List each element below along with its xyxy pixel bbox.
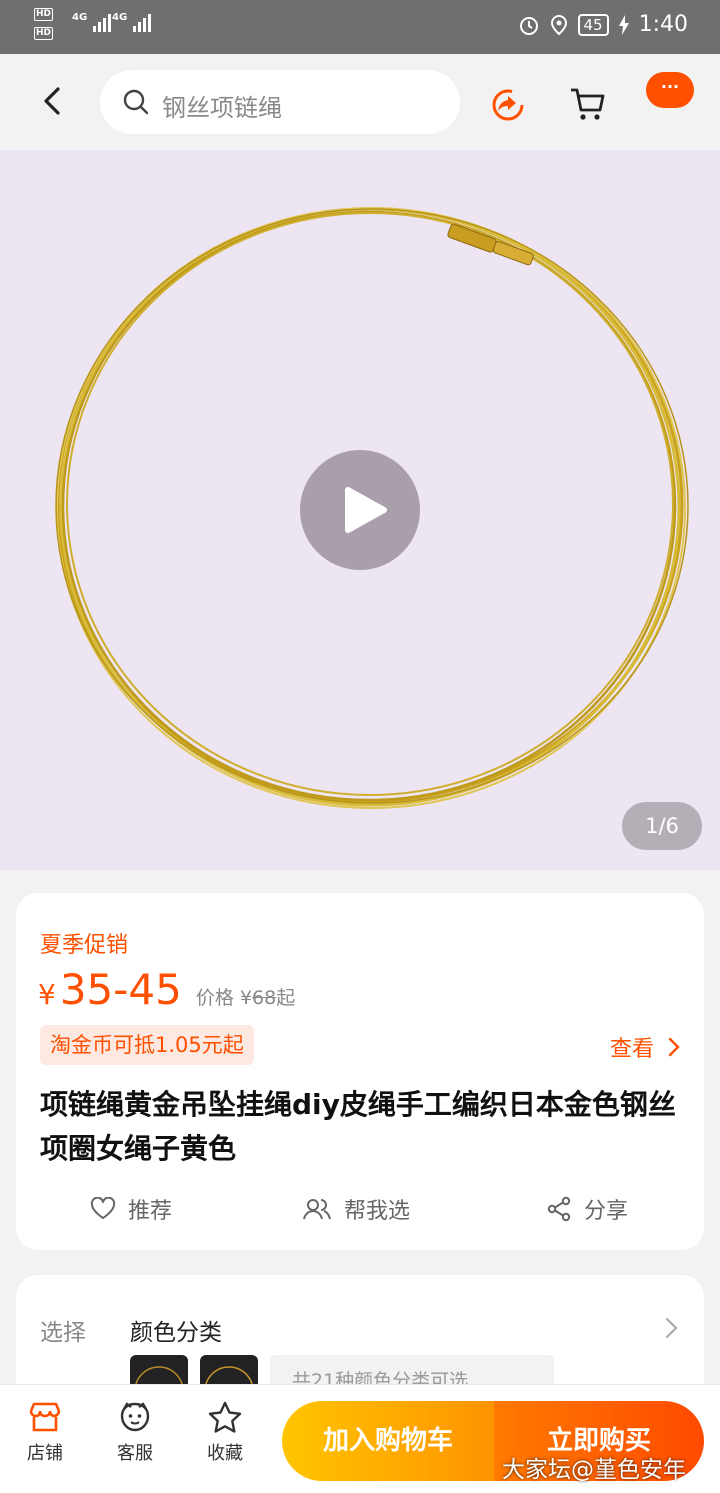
network-2-label: 4G: [112, 12, 128, 23]
alarm-icon: [519, 16, 538, 35]
share-button[interactable]: 分享: [546, 1193, 628, 1225]
shop-tab[interactable]: 店铺: [15, 1401, 75, 1465]
sim-status: HD HD: [34, 8, 54, 40]
color-category-label: 颜色分类: [130, 1320, 222, 1346]
product-gallery[interactable]: 1/6: [0, 150, 720, 870]
price-row: ¥ 35-45 价格 ¥68起: [38, 965, 295, 1014]
action-row: 推荐 帮我选 分享: [16, 1193, 704, 1229]
star-icon: [208, 1401, 242, 1433]
signal-1-icon: 4G: [72, 12, 112, 32]
add-to-cart-button[interactable]: 加入购物车: [282, 1401, 494, 1481]
more-menu-button[interactable]: ···: [646, 72, 694, 108]
service-label: 客服: [117, 1443, 153, 1464]
battery-indicator: 45: [577, 13, 609, 36]
recommend-button[interactable]: 推荐: [90, 1193, 172, 1225]
share-label: 分享: [584, 1199, 629, 1224]
share-refresh-icon[interactable]: [488, 84, 528, 124]
view-offer-label: 查看: [609, 1037, 654, 1062]
play-video-button[interactable]: [300, 450, 420, 570]
select-label: 选择: [40, 1320, 86, 1346]
customer-service-icon: [120, 1402, 150, 1432]
status-right: 45 1:40: [518, 12, 688, 37]
original-price: 价格 ¥68起: [196, 983, 295, 1010]
price-value: 35-45: [59, 965, 182, 1014]
heart-icon: [90, 1197, 116, 1219]
back-arrow-icon[interactable]: [36, 84, 70, 118]
view-offer-link[interactable]: 查看: [610, 1031, 680, 1063]
original-price-suffix: 起: [276, 987, 296, 1009]
search-placeholder: 钢丝项链绳: [162, 94, 282, 122]
favorite-label: 收藏: [207, 1443, 243, 1464]
watermark: 大家坛@堇色安年: [502, 1457, 686, 1483]
clock: 1:40: [638, 12, 688, 37]
share-icon: [547, 1196, 571, 1222]
coin-offer-badge: 淘金币可抵1.05元起: [40, 1025, 254, 1065]
help-choose-label: 帮我选: [344, 1199, 411, 1224]
promo-tag: 夏季促销: [40, 933, 129, 958]
charging-icon: [618, 14, 629, 35]
status-bar: HD HD 4G 4G 45 1:40: [0, 0, 720, 54]
cart-icon[interactable]: [568, 84, 608, 124]
service-tab[interactable]: 客服: [105, 1401, 165, 1465]
users-icon: [303, 1199, 331, 1220]
sim2-hd-badge: HD: [34, 27, 54, 40]
original-price-prefix: 价格: [195, 987, 234, 1009]
search-bar[interactable]: 钢丝项链绳: [100, 70, 460, 134]
sim1-hd-badge: HD: [34, 8, 54, 21]
search-icon: [123, 89, 149, 115]
shop-label: 店铺: [27, 1443, 63, 1464]
signal-2-icon: 4G: [112, 12, 152, 32]
chevron-right-icon: [668, 1037, 680, 1057]
product-title: 项链绳黄金吊坠挂绳diy皮绳手工编织日本金色钢丝项圈女绳子黄色: [40, 1088, 676, 1165]
image-counter: 1/6: [622, 802, 702, 850]
play-icon: [345, 487, 387, 533]
original-price-value: 68: [252, 987, 277, 1009]
price-currency: ¥: [38, 978, 56, 1011]
recommend-label: 推荐: [128, 1199, 173, 1224]
network-1-label: 4G: [72, 12, 88, 23]
original-price-currency: ¥: [239, 987, 253, 1009]
location-icon: [550, 14, 567, 35]
chevron-right-icon: [665, 1317, 678, 1339]
favorite-tab[interactable]: 收藏: [195, 1401, 255, 1465]
top-nav: 钢丝项链绳 ···: [0, 54, 720, 150]
shop-icon: [29, 1402, 61, 1432]
help-choose-button[interactable]: 帮我选: [302, 1193, 410, 1225]
product-info-card: 夏季促销 ¥ 35-45 价格 ¥68起 淘金币可抵1.05元起 查看 项链绳黄…: [16, 893, 704, 1250]
